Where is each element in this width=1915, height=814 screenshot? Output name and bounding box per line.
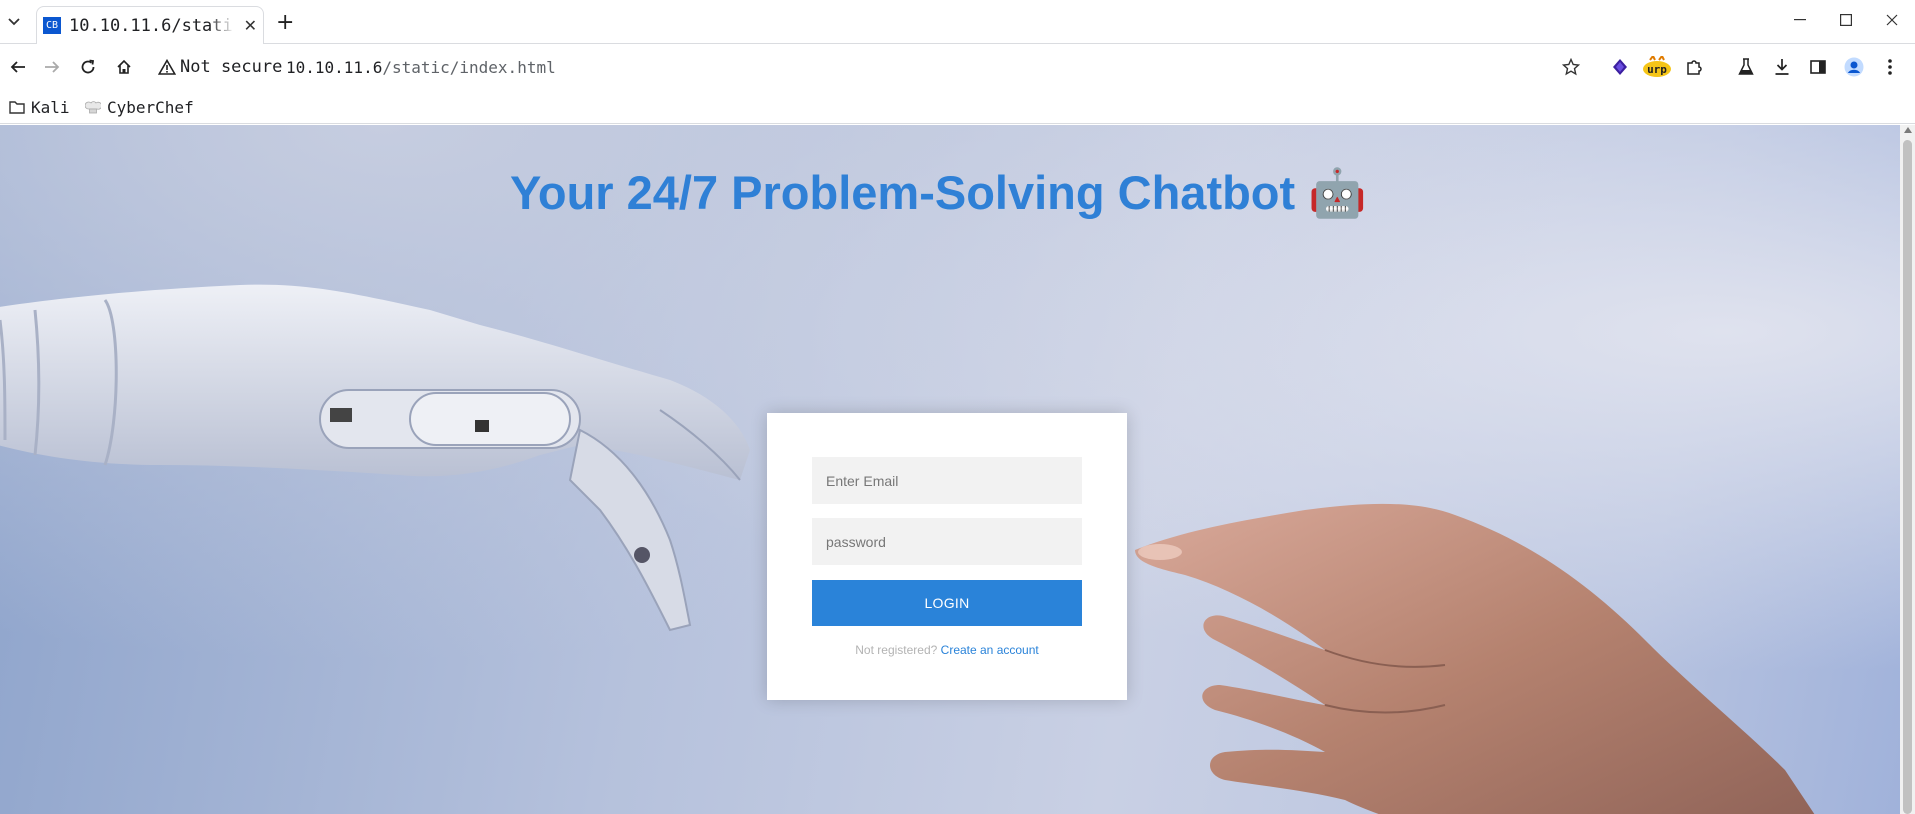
robot-hand-image: [0, 284, 750, 632]
scroll-up-arrow-icon[interactable]: [1904, 127, 1912, 133]
login-card: LOGIN Not registered? Create an account: [767, 413, 1127, 700]
bookmark-label: CyberChef: [107, 97, 194, 117]
tab-strip: CB 10.10.11.6/static/index.html ✕ +: [0, 0, 1915, 44]
warning-triangle-icon: [158, 59, 176, 75]
password-input[interactable]: [812, 518, 1082, 565]
tab-title: 10.10.11.6/static/index.html: [69, 15, 234, 36]
browser-toolbar: Not secure 10.10.11.6/static/index.html …: [0, 44, 1915, 90]
extensions-puzzle-icon[interactable]: [1682, 55, 1706, 79]
bookmarks-bar: Kali CyberChef: [0, 90, 1915, 124]
robot-emoji-icon: 🤖: [1308, 166, 1367, 219]
login-button[interactable]: LOGIN: [812, 580, 1082, 626]
tab-close-icon[interactable]: ✕: [244, 16, 257, 35]
forward-arrow-icon[interactable]: [40, 55, 64, 79]
chef-hat-icon: [85, 101, 101, 114]
headline-text: Your 24/7 Problem-Solving Chatbot: [510, 166, 1296, 219]
extension-hexagon-icon[interactable]: [1608, 55, 1632, 79]
scrollbar-thumb[interactable]: [1903, 140, 1912, 814]
folder-icon: [9, 101, 25, 114]
svg-text:urp: urp: [1647, 63, 1667, 76]
profile-avatar-icon[interactable]: [1842, 55, 1866, 79]
page-headline: Your 24/7 Problem-Solving Chatbot 🤖: [510, 165, 1367, 221]
email-input[interactable]: [812, 457, 1082, 504]
register-prompt: Not registered? Create an account: [767, 643, 1127, 657]
security-indicator[interactable]: Not secure: [158, 55, 282, 79]
side-panel-icon[interactable]: [1806, 55, 1830, 79]
tab-search-chevron-icon[interactable]: [4, 12, 24, 32]
close-window-icon[interactable]: [1869, 0, 1915, 40]
kebab-menu-icon[interactable]: [1878, 55, 1902, 79]
url-host: 10.10.11.6: [286, 57, 383, 77]
new-tab-button[interactable]: +: [276, 10, 294, 35]
bookmark-label: Kali: [31, 97, 70, 117]
url-path: /static/index.html: [382, 57, 556, 77]
active-tab[interactable]: CB 10.10.11.6/static/index.html ✕: [36, 6, 264, 44]
home-icon[interactable]: [112, 55, 136, 79]
window-controls: [1777, 0, 1915, 40]
burp-extension-icon[interactable]: urp: [1642, 55, 1672, 79]
register-prompt-text: Not registered?: [855, 643, 938, 657]
maximize-icon[interactable]: [1823, 0, 1869, 40]
minimize-icon[interactable]: [1777, 0, 1823, 40]
download-icon[interactable]: [1770, 55, 1794, 79]
page-viewport: Your 24/7 Problem-Solving Chatbot 🤖 LOGI…: [0, 125, 1915, 814]
vertical-scrollbar[interactable]: [1900, 125, 1915, 814]
labs-flask-icon[interactable]: [1734, 55, 1758, 79]
bookmark-star-icon[interactable]: [1559, 55, 1583, 79]
tab-favicon-icon: CB: [43, 17, 61, 34]
bookmark-kali[interactable]: Kali: [9, 95, 70, 119]
bookmark-cyberchef[interactable]: CyberChef: [85, 95, 194, 119]
back-arrow-icon[interactable]: [6, 55, 30, 79]
reload-icon[interactable]: [76, 55, 100, 79]
create-account-link[interactable]: Create an account: [941, 643, 1039, 657]
address-bar[interactable]: 10.10.11.6/static/index.html: [286, 55, 556, 79]
human-hand-image: [1135, 503, 1815, 814]
security-label: Not secure: [180, 57, 283, 77]
